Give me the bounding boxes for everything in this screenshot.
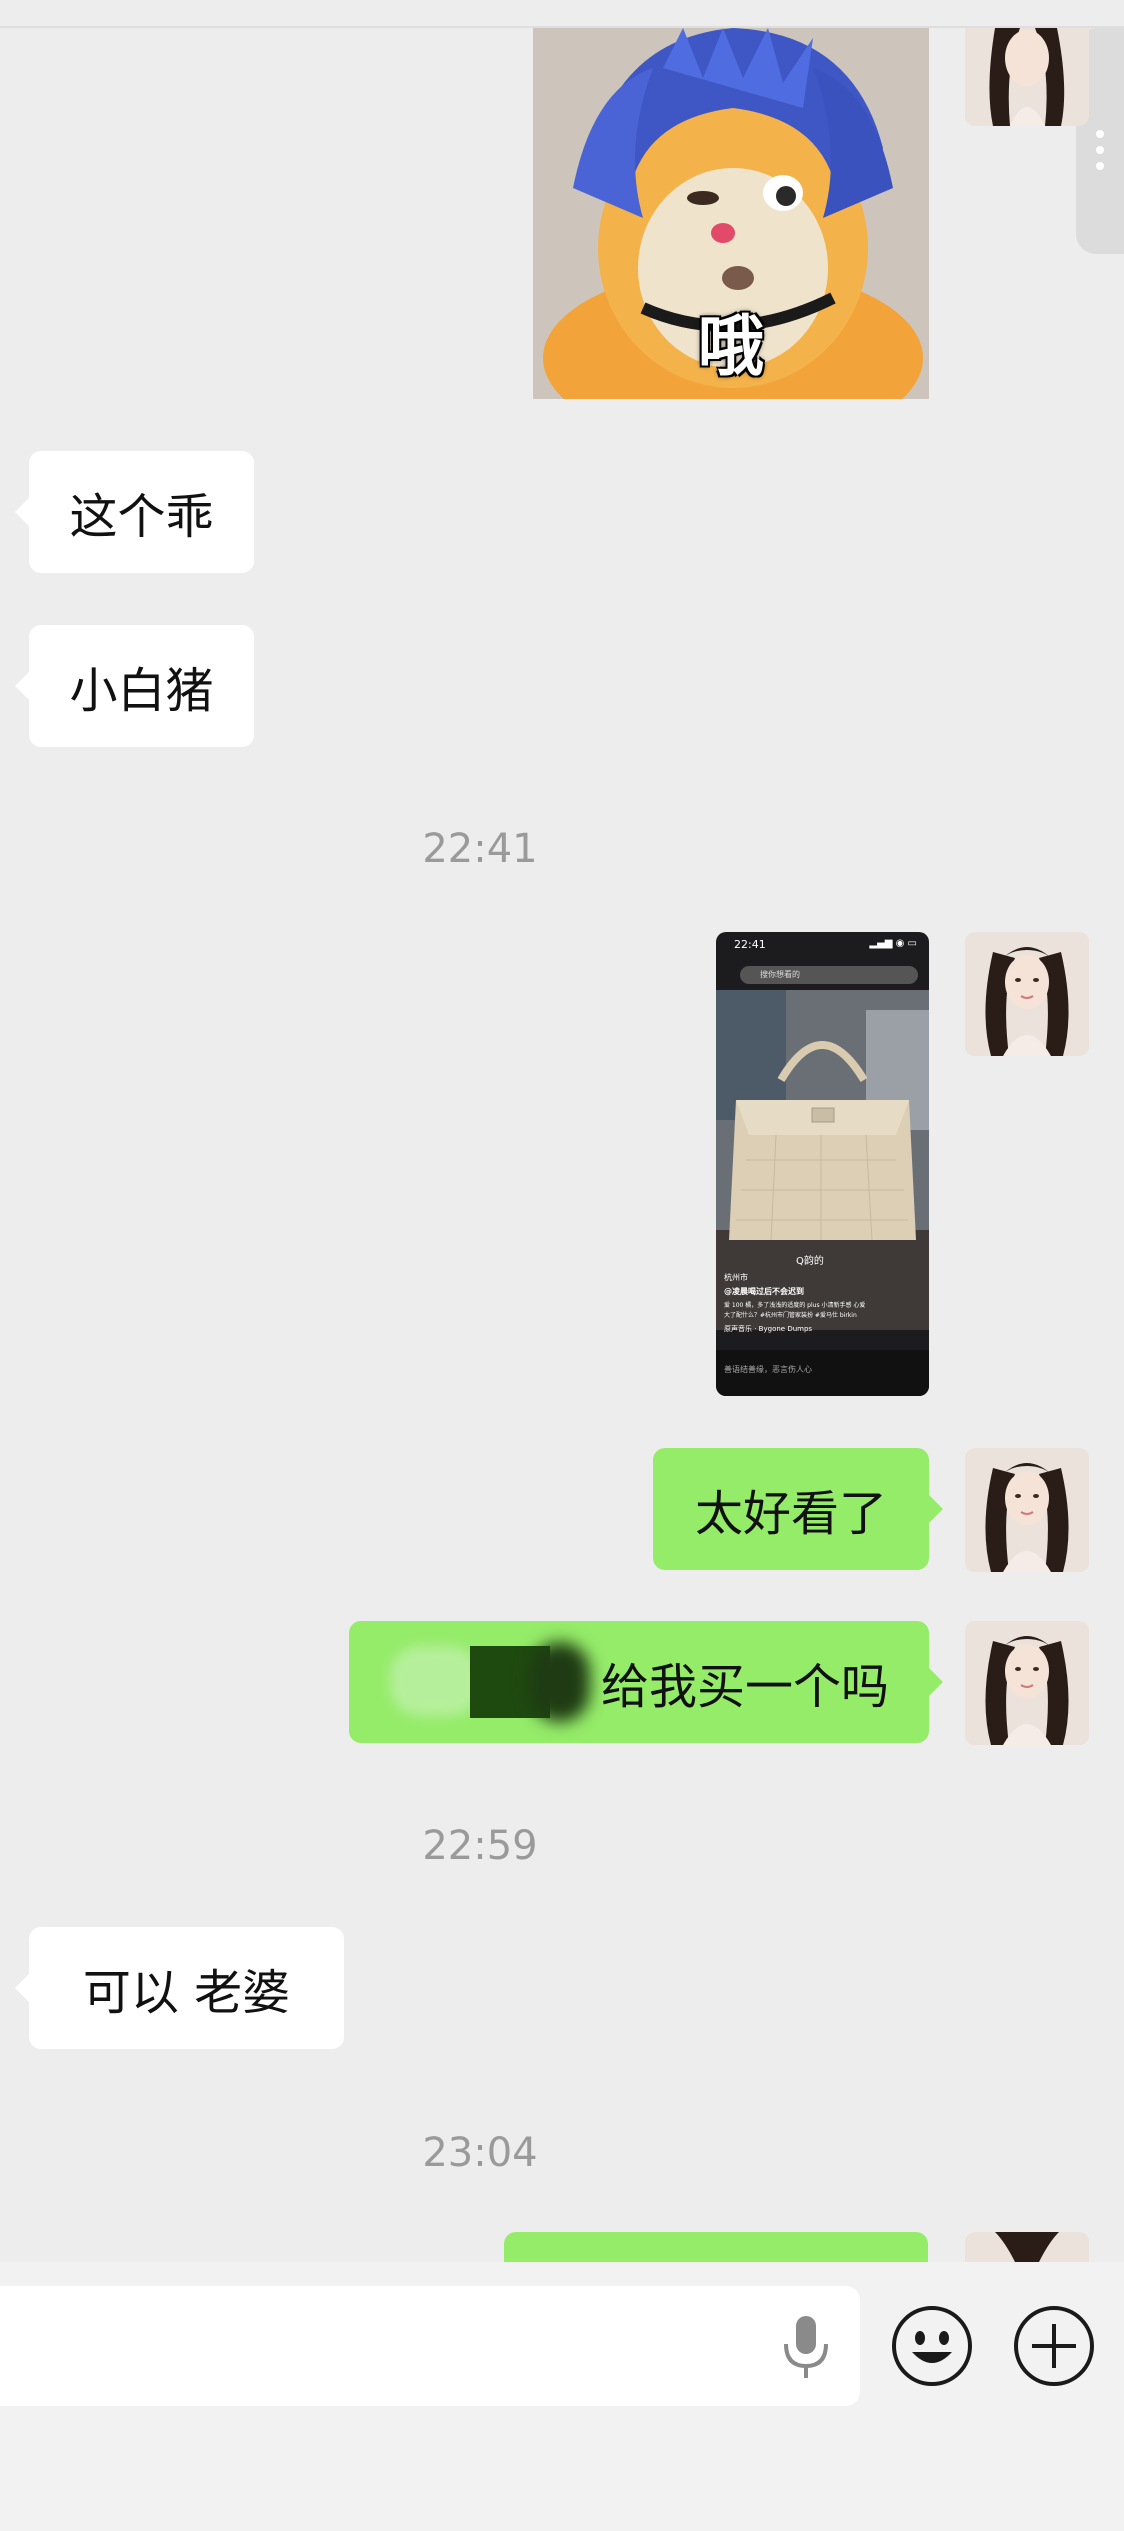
avatar[interactable] [965, 1621, 1089, 1745]
message-bubble-outgoing[interactable]: 太好看了 [653, 1448, 943, 1570]
message-text: 小白猪 [69, 663, 214, 719]
plus-circle-icon[interactable] [1012, 2304, 1096, 2388]
message-bubble-incoming[interactable]: 可以 老婆 [15, 1927, 344, 2049]
caption-text: 大了配什么？#杭州市门管家装扮 #爱马仕 birkin [724, 1312, 857, 1319]
music-label: 原声音乐 · Bygone Dumps [724, 1325, 813, 1333]
status-time: 22:41 [734, 938, 766, 951]
search-field: 搜你想看的 [740, 966, 918, 984]
location-label: 杭州市 [724, 1273, 748, 1282]
timestamp: 23:04 [422, 2130, 538, 2176]
message-bubble-incoming[interactable]: 小白猪 [15, 625, 254, 747]
message-text: 这个乖 [69, 489, 214, 545]
comment-placeholder: 善语结善缘，恶言伤人心 [724, 1365, 812, 1374]
redaction-blur [390, 1634, 600, 1730]
message-text: 太好看了 [694, 1486, 887, 1542]
avatar[interactable] [965, 1448, 1089, 1572]
sticker-image[interactable]: 哦 [533, 28, 929, 399]
overlay-label: Q韵的 [796, 1256, 824, 1267]
message-text: 给我买一个吗 [600, 1659, 889, 1715]
sticker-caption: 哦 [698, 308, 764, 385]
timestamp: 22:41 [422, 826, 538, 872]
avatar[interactable] [965, 2232, 1089, 2262]
top-divider [0, 0, 1124, 28]
author-label: @凌晨喝过后不会迟到 [724, 1287, 804, 1296]
timestamp: 22:59 [422, 1823, 538, 1869]
message-input[interactable] [0, 2286, 860, 2406]
emoji-face-icon[interactable] [890, 2304, 974, 2388]
avatar[interactable] [965, 28, 1089, 126]
shared-screenshot-image[interactable]: 22:41 ▂▄▆ ◉ ▭ 搜你想看的 Q韵的 杭州市 @凌晨喝过后不会迟到 爱… [716, 932, 929, 1396]
caption-text: 爱 100 橘，多了浅浅的适度的 plus 小清新手感 心爱 [724, 1302, 866, 1309]
avatar[interactable] [965, 932, 1089, 1056]
message-text: 可以 老婆 [82, 1965, 291, 2021]
status-icons: ▂▄▆ ◉ ▭ [869, 938, 917, 949]
message-bubble-outgoing[interactable] [504, 2232, 928, 2262]
microphone-icon[interactable] [778, 2312, 834, 2382]
message-bubble-incoming[interactable]: 这个乖 [15, 451, 254, 573]
